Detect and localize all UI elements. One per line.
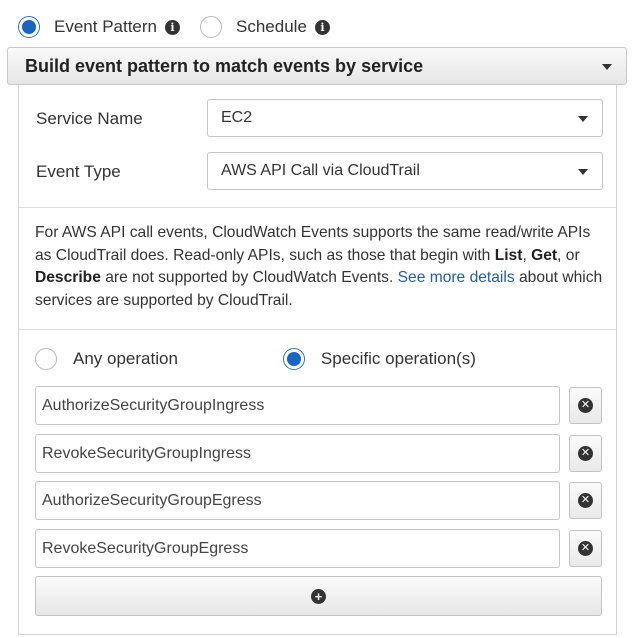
operation-input[interactable]: AuthorizeSecurityGroupEgress — [35, 481, 560, 520]
service-name-select[interactable]: EC2 — [207, 99, 603, 137]
see-more-details-link[interactable]: See more details — [398, 269, 515, 286]
info-icon[interactable]: i — [314, 19, 330, 35]
event-pattern-label[interactable]: Event Pattern — [54, 17, 157, 37]
specific-operations-label[interactable]: Specific operation(s) — [321, 349, 476, 369]
caret-down-icon — [578, 116, 588, 122]
close-circle-icon: ✕ — [578, 398, 593, 413]
source-mode-group: Event Pattern i Schedule i — [18, 14, 330, 40]
close-circle-icon: ✕ — [578, 541, 593, 556]
close-circle-icon: ✕ — [578, 446, 593, 461]
any-operation-label[interactable]: Any operation — [73, 349, 178, 369]
info-icon[interactable]: i — [165, 19, 181, 35]
event-pattern-radio[interactable] — [18, 16, 40, 38]
operation-input[interactable]: RevokeSecurityGroupEgress — [35, 529, 560, 568]
schedule-radio[interactable] — [200, 16, 223, 38]
divider — [19, 329, 616, 330]
event-type-value: AWS API Call via CloudTrail — [221, 162, 420, 179]
caret-down-icon — [578, 169, 588, 175]
any-operation-radio[interactable] — [35, 348, 57, 370]
remove-operation-button[interactable]: ✕ — [569, 482, 602, 519]
remove-operation-button[interactable]: ✕ — [569, 387, 602, 424]
schedule-label[interactable]: Schedule — [236, 17, 307, 37]
operation-scope-group: Any operation Specific operation(s) — [35, 347, 476, 371]
operation-input[interactable]: AuthorizeSecurityGroupIngress — [35, 386, 560, 425]
plus-circle-icon: + — [311, 588, 326, 604]
event-pattern-builder-header[interactable]: Build event pattern to match events by s… — [7, 47, 627, 85]
panel-title: Build event pattern to match events by s… — [25, 55, 424, 76]
specific-operations-radio[interactable] — [282, 348, 305, 370]
cloudtrail-help-text: For AWS API call events, CloudWatch Even… — [35, 224, 603, 309]
add-operation-button[interactable]: + — [35, 576, 602, 616]
service-name-value: EC2 — [221, 109, 253, 126]
event-type-select[interactable]: AWS API Call via CloudTrail — [207, 152, 603, 190]
remove-operation-button[interactable]: ✕ — [569, 435, 602, 472]
operation-input[interactable]: RevokeSecurityGroupIngress — [35, 434, 560, 473]
service-name-label: Service Name — [36, 109, 143, 128]
close-circle-icon: ✕ — [578, 493, 593, 508]
divider — [19, 207, 616, 208]
remove-operation-button[interactable]: ✕ — [569, 530, 602, 567]
event-pattern-builder-panel: Service Name EC2 Event Type AWS API Call… — [18, 85, 617, 635]
event-type-label: Event Type — [36, 162, 121, 181]
caret-down-icon — [602, 64, 612, 70]
